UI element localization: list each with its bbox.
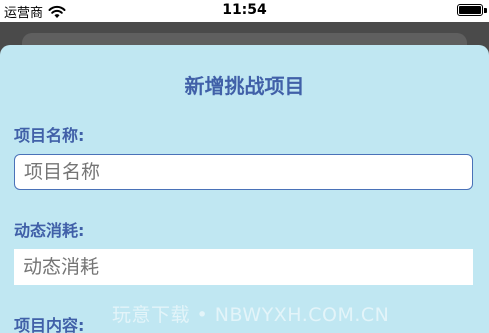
dynamic-cost-input[interactable] <box>14 249 473 285</box>
project-content-label: 项目内容: <box>14 316 85 333</box>
battery-icon <box>457 4 483 16</box>
sheet-title: 新增挑战项目 <box>184 74 305 98</box>
status-time: 11:54 <box>222 2 267 18</box>
dynamic-cost-label: 动态消耗: <box>14 221 85 240</box>
watermark: 玩意下载 • NBWYXH.COM.CN <box>112 304 390 326</box>
battery-cap <box>484 8 487 13</box>
project-name-input[interactable] <box>14 154 473 190</box>
status-bar: 运营商 11:54 <box>0 0 489 22</box>
project-name-label: 项目名称: <box>14 126 85 145</box>
